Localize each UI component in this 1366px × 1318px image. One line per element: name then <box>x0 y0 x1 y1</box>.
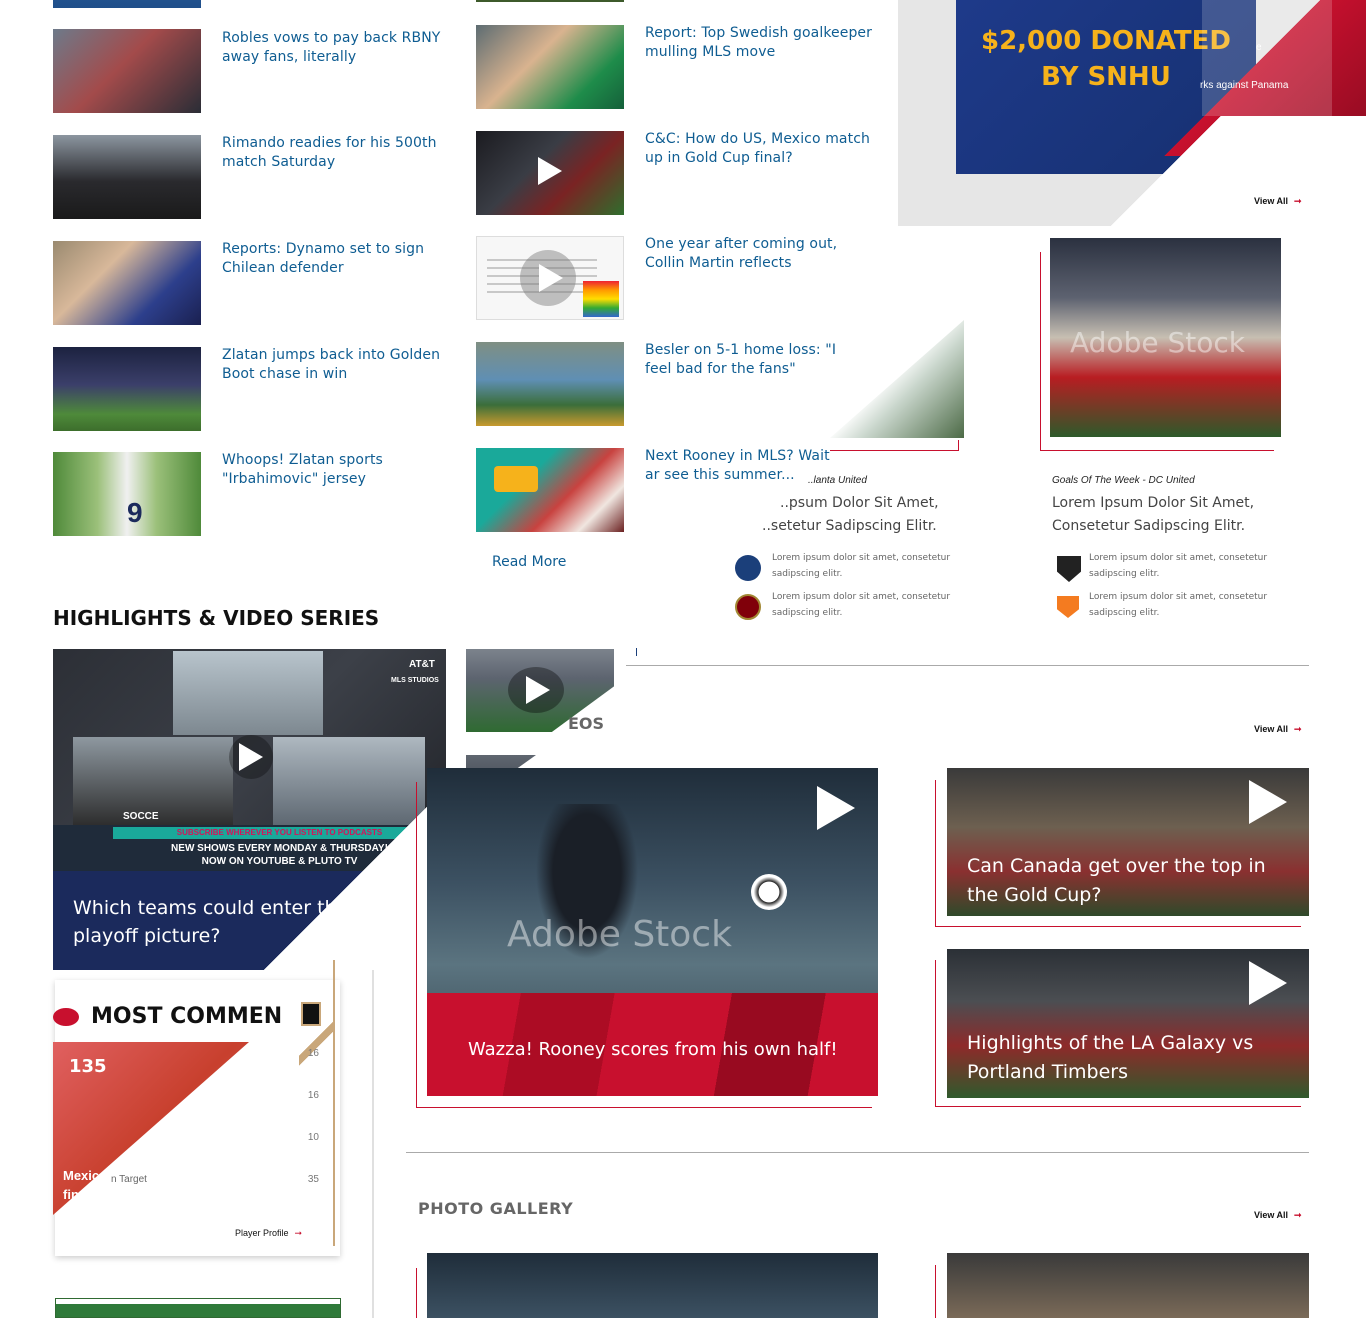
arrow-right-icon: ➞ <box>1294 724 1302 734</box>
comment-count: 135 <box>69 1056 107 1077</box>
photo-gallery-title: PHOTO GALLERY <box>418 1199 574 1218</box>
goals-card-right-title-2[interactable]: Consetetur Sadipscing Elitr. <box>1052 518 1245 534</box>
play-icon[interactable] <box>539 264 563 292</box>
stat-value: 10 <box>307 1132 319 1143</box>
stat-value: 16 <box>307 1048 319 1059</box>
studio-panel-top <box>173 651 323 735</box>
white-diagonal <box>1064 116 1366 226</box>
goals-card-left-tag: ..lanta United <box>808 475 867 486</box>
side-video-2-card[interactable]: Highlights of the LA Galaxy vs Portland … <box>947 949 1309 1098</box>
donation-overlay-box <box>1202 0 1332 116</box>
donation-banner-area: $2,000 DONATED BY SNHU e rks against Pan… <box>898 0 1366 226</box>
divider-horizontal-videos <box>626 665 1309 666</box>
mls-badge-icon <box>735 555 761 581</box>
gallery-frame-2 <box>935 1265 946 1318</box>
side-video-2-caption[interactable]: Highlights of the LA Galaxy vs Portland … <box>967 1029 1267 1087</box>
goals-card-right-item-1: Lorem ipsum dolor sit amet, consetetur sa… <box>1089 550 1269 582</box>
play-icon[interactable] <box>538 157 562 185</box>
divider-horizontal-gallery <box>406 1152 1309 1153</box>
donation-partial-caption: rks against Panama <box>1200 80 1289 91</box>
news-link-collin-martin[interactable]: One year after coming out, Collin Martin… <box>645 235 875 273</box>
play-icon[interactable] <box>239 743 263 771</box>
player-profile-link[interactable]: Player Profile ➞ <box>235 1228 302 1239</box>
divider-tick <box>636 648 637 656</box>
arrow-right-icon: ➞ <box>1294 1210 1302 1220</box>
most-commented-title: MOST COMMEN <box>91 1004 283 1029</box>
view-all-label[interactable]: View All <box>1254 724 1288 734</box>
most-commented-headline[interactable]: Mexico s final <box>63 1166 123 1204</box>
side-video-1-caption[interactable]: Can Canada get over the top in the Gold … <box>967 852 1287 910</box>
gallery-frame-1 <box>416 1268 427 1318</box>
news-thumb-rooney[interactable] <box>476 448 624 532</box>
side-video-1-card[interactable]: Can Canada get over the top in the Gold … <box>947 768 1309 916</box>
play-icon[interactable] <box>817 786 855 830</box>
stat-value: 35 <box>307 1174 319 1185</box>
gallery-card-1[interactable] <box>427 1253 878 1318</box>
lorem-line: sadipscing elitr. <box>1089 608 1160 618</box>
goals-card-left-title-1[interactable]: ..psum Dolor Sit Amet, <box>780 495 939 511</box>
goals-card-left-title-2[interactable]: ..setetur Sadipscing Elitr. <box>762 518 937 534</box>
arrow-right-icon: ➞ <box>1294 196 1302 206</box>
goals-card-right-title-1[interactable]: Lorem Ipsum Dolor Sit Amet, <box>1052 495 1254 511</box>
play-icon[interactable] <box>1249 961 1287 1005</box>
news-thumb-us-mexico[interactable] <box>476 131 624 215</box>
comment-bubble-icon <box>53 1008 79 1026</box>
mls-studios-text: MLS STUDIOS <box>391 677 439 684</box>
goals-card-right-tag: Goals Of The Week - DC United <box>1052 475 1195 486</box>
main-video-card[interactable]: Adobe Stock Wazza! Rooney scores from hi… <box>427 768 878 1096</box>
news-link-us-mexico[interactable]: C&C: How do US, Mexico match up in Gold … <box>645 130 875 168</box>
rainbow-image <box>583 281 619 317</box>
play-icon[interactable] <box>1249 780 1287 824</box>
lorem-line: Lorem ipsum dolor sit amet, consetetur <box>772 592 951 602</box>
news-thumb-tweet[interactable] <box>476 236 624 320</box>
goals-card-left-item-2: Lorem ipsum dolor sit amet, consetetur sa… <box>772 589 952 621</box>
news-column-right: Report: Top Swedish goalkeeper mulling M… <box>0 0 900 600</box>
lorem-line: Lorem ipsum dolor sit amet, consetetur <box>1089 553 1268 563</box>
view-all-label[interactable]: View All <box>1254 196 1288 206</box>
lorem-line: sadipscing elitr. <box>1089 569 1160 579</box>
lorem-line: sadipscing elitr. <box>772 569 843 579</box>
bottom-widget-partial <box>55 1298 341 1318</box>
dc-united-badge-icon <box>1057 556 1081 582</box>
view-all-videos-link[interactable]: View All ➞ <box>1254 724 1302 735</box>
extra-time-logo <box>494 466 538 492</box>
news-link-besler[interactable]: Besler on 5-1 home loss: "I feel bad for… <box>645 341 865 379</box>
stat-value: 16 <box>307 1090 319 1101</box>
hero-video-card[interactable]: AT&T MLS STUDIOS SOCCE SUBSCRIBE WHEREVE… <box>53 649 446 970</box>
highlights-section-title: HIGHLIGHTS & VIDEO SERIES <box>53 606 380 630</box>
lorem-line: Lorem ipsum dolor sit amet, consetetur <box>1089 592 1268 602</box>
dynamo-badge-icon <box>1057 596 1079 618</box>
news-thumb-besler[interactable] <box>476 342 624 426</box>
divider-vertical-left <box>372 970 374 1318</box>
view-all-donation-link[interactable]: View All ➞ <box>1254 196 1302 207</box>
read-more-link[interactable]: Read More <box>492 554 566 570</box>
adobe-stock-watermark: Adobe Stock <box>1070 326 1245 359</box>
most-commented-widget: MOST COMMEN 135 Mexico s final n Target … <box>53 960 343 1260</box>
lorem-line: Lorem ipsum dolor sit amet, consetetur <box>772 553 951 563</box>
atlanta-badge-icon <box>735 594 761 620</box>
news-thumb-partial[interactable] <box>476 0 624 2</box>
socce-text: SOCCE <box>123 811 159 822</box>
view-all-gallery-link[interactable]: View All ➞ <box>1254 1210 1302 1221</box>
lafc-badge-icon <box>301 1002 321 1026</box>
arrow-right-icon: ➞ <box>294 1228 303 1238</box>
news-thumb-goalkeeper[interactable] <box>476 25 624 109</box>
view-all-label[interactable]: View All <box>1254 1210 1288 1220</box>
most-commented-subtext: n Target <box>111 1174 147 1185</box>
goals-card-right-image[interactable]: Adobe Stock <box>1050 238 1281 437</box>
videos-section-title-partial: EOS <box>568 714 605 733</box>
goals-card-left-frame <box>830 440 959 451</box>
goals-card-left-item-1: Lorem ipsum dolor sit amet, consetetur sa… <box>772 550 952 582</box>
donation-partial-letter: e <box>1256 42 1262 53</box>
play-icon[interactable] <box>526 676 550 704</box>
goals-card-right-item-2: Lorem ipsum dolor sit amet, consetetur sa… <box>1089 589 1269 621</box>
adobe-stock-watermark: Adobe Stock <box>507 914 732 955</box>
news-link-goalkeeper[interactable]: Report: Top Swedish goalkeeper mulling M… <box>645 24 875 62</box>
lorem-line: sadipscing elitr. <box>772 608 843 618</box>
main-video-caption[interactable]: Wazza! Rooney scores from his own half! <box>468 1039 838 1060</box>
player-profile-label[interactable]: Player Profile <box>235 1228 289 1238</box>
att-logo-text: AT&T <box>409 659 435 670</box>
gallery-card-2[interactable] <box>947 1253 1309 1318</box>
soccer-ball <box>751 874 787 910</box>
